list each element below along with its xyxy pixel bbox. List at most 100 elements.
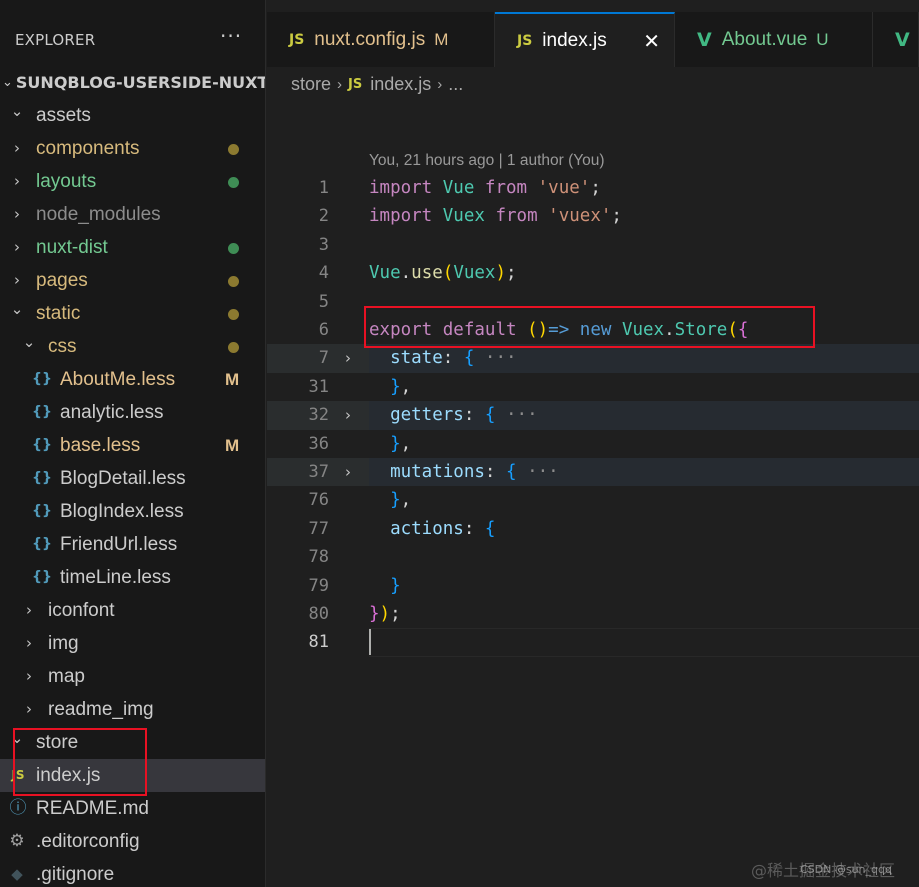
tree-item-nuxt-dist[interactable]: › nuxt-dist [0,231,265,264]
code-line[interactable]: 36 }, [267,430,919,458]
tree-item-store[interactable]: ⌄ store [0,726,265,759]
breadcrumb: store › JS index.js › ... [291,70,463,98]
code-line[interactable]: 81 [267,628,919,657]
fold-chevron-icon[interactable]: › [345,458,351,486]
code-editor[interactable]: You, 21 hours ago | 1 author (You) 1 impo… [267,100,919,887]
js-file-icon: JS [348,76,363,92]
code-line[interactable]: 32 › getters: { ··· [267,401,919,430]
line-number: 2 [318,206,329,227]
tree-item-static[interactable]: ⌄ static [0,297,265,330]
tree-item-label: assets [36,105,91,126]
tree-item-analytic-less[interactable]: {} analytic.less [0,396,265,429]
line-number: 1 [318,178,329,198]
tree-item-label: static [36,303,81,324]
code-line[interactable]: 79 } [267,572,919,600]
fold-chevron-icon[interactable]: › [345,344,351,372]
tree-item-blogindex-less[interactable]: {} BlogIndex.less [0,495,265,528]
git-status-dot [228,309,239,320]
tree-item-label: .editorconfig [36,831,140,852]
code-line[interactable]: 2 import Vuex from 'vuex'; [267,202,919,230]
tree-item-label: AboutMe.less [60,369,176,390]
chevron-down-icon: ⌄ [10,729,24,747]
window-top-strip [267,0,919,12]
fold-chevron-icon[interactable]: › [345,401,351,429]
breadcrumb-chevron-icon: › [337,75,343,93]
tree-item-label: css [48,336,77,357]
line-number: 3 [318,234,329,255]
tree-item-label: timeLine.less [60,567,171,588]
breadcrumb-chevron-icon: › [437,75,443,93]
workspace-root-folder[interactable]: ⌄ SUNQBLOG-USERSIDE-NUXT [0,66,265,99]
code-line[interactable]: 6 export default ()=> new Vuex.Store({ [267,316,919,344]
tree-item-label: nuxt-dist [36,237,108,258]
chevron-right-icon: › [14,271,20,289]
code-text: } [390,575,401,596]
tree-item-css[interactable]: ⌄ css [0,330,265,363]
git-status-dot [228,144,239,155]
code-line[interactable]: 7 › state: { ··· [267,344,919,373]
tree-item-readme-md[interactable]: ⓘ README.md [0,792,265,825]
tree-item-label: readme_img [48,699,154,720]
code-line[interactable]: 4 Vue.use(Vuex); [267,259,919,287]
code-line[interactable]: 1 import Vue from 'vue'; [267,174,919,202]
tree-item-map[interactable]: › map [0,660,265,693]
line-number: 36 [308,433,329,454]
tab-about-vue[interactable]: V About.vue U [675,12,873,67]
tree-item-img[interactable]: › img [0,627,265,660]
less-file-icon: {} [32,569,52,585]
line-number: 76 [308,490,329,511]
code-line[interactable]: 5 [267,288,919,316]
tree-item-readme-img[interactable]: › readme_img [0,693,265,726]
git-blame-codelens[interactable]: You, 21 hours ago | 1 author (You) [369,152,605,170]
tree-item-label: BlogIndex.less [60,501,184,522]
code-line[interactable]: 3 [267,231,919,259]
code-line[interactable]: 76 }, [267,486,919,514]
tree-item-index-js[interactable]: JS index.js [0,759,265,792]
line-number: 77 [308,518,329,539]
tree-item-label: base.less [60,435,141,456]
tree-item-pages[interactable]: › pages [0,264,265,297]
vue-file-icon: V [895,28,910,51]
code-line[interactable]: 31 }, [267,373,919,401]
tab-overflow[interactable]: V [873,12,919,67]
more-actions-icon[interactable]: ··· [220,24,242,48]
tree-item-timeline-less[interactable]: {} timeLine.less [0,561,265,594]
chevron-right-icon: › [14,238,20,256]
code-line[interactable]: 77 actions: { [267,515,919,543]
git-status-badge: M [225,436,240,455]
tree-item-label: FriendUrl.less [60,534,178,555]
code-text: import Vue from 'vue'; [369,178,601,198]
close-icon[interactable]: ✕ [643,29,660,53]
tree-item-label: iconfont [48,600,115,621]
breadcrumb-file[interactable]: index.js [370,74,431,95]
tree-item-components[interactable]: › components [0,132,265,165]
tree-item-editorconfig[interactable]: ⚙ .editorconfig [0,825,265,858]
chevron-down-icon: ⌄ [2,75,13,90]
tree-item-node-modules[interactable]: › node_modules [0,198,265,231]
line-number: 31 [308,376,329,397]
code-line[interactable]: 80}); [267,600,919,628]
breadcrumb-folder[interactable]: store [291,74,331,95]
tree-item-gitignore[interactable]: ◆ .gitignore [0,858,265,887]
code-line[interactable]: 37 › mutations: { ··· [267,458,919,487]
tab-nuxt-config-js[interactable]: JS nuxt.config.js M [267,12,495,67]
tree-item-assets[interactable]: ⌄ assets [0,99,265,132]
tree-item-base-less[interactable]: {} base.less M [0,429,265,462]
tree-item-layouts[interactable]: › layouts [0,165,265,198]
gear-icon: ⚙ [9,831,25,851]
code-text: state: { ··· [390,348,517,369]
chevron-right-icon: › [26,667,32,685]
code-line[interactable]: 78 [267,543,919,571]
tree-item-iconfont[interactable]: › iconfont [0,594,265,627]
js-file-icon: JS [517,32,533,49]
tree-item-label: BlogDetail.less [60,468,186,489]
line-number: 5 [318,291,329,312]
breadcrumb-symbols[interactable]: ... [448,74,463,95]
tree-item-friendurl-less[interactable]: {} FriendUrl.less [0,528,265,561]
tree-item-blogdetail-less[interactable]: {} BlogDetail.less [0,462,265,495]
tab-index-js[interactable]: JS index.js ✕ [495,12,675,67]
git-status-dot [228,342,239,353]
tree-item-aboutme-less[interactable]: {} AboutMe.less M [0,363,265,396]
line-number: 80 [308,604,329,624]
chevron-right-icon: › [14,139,20,157]
